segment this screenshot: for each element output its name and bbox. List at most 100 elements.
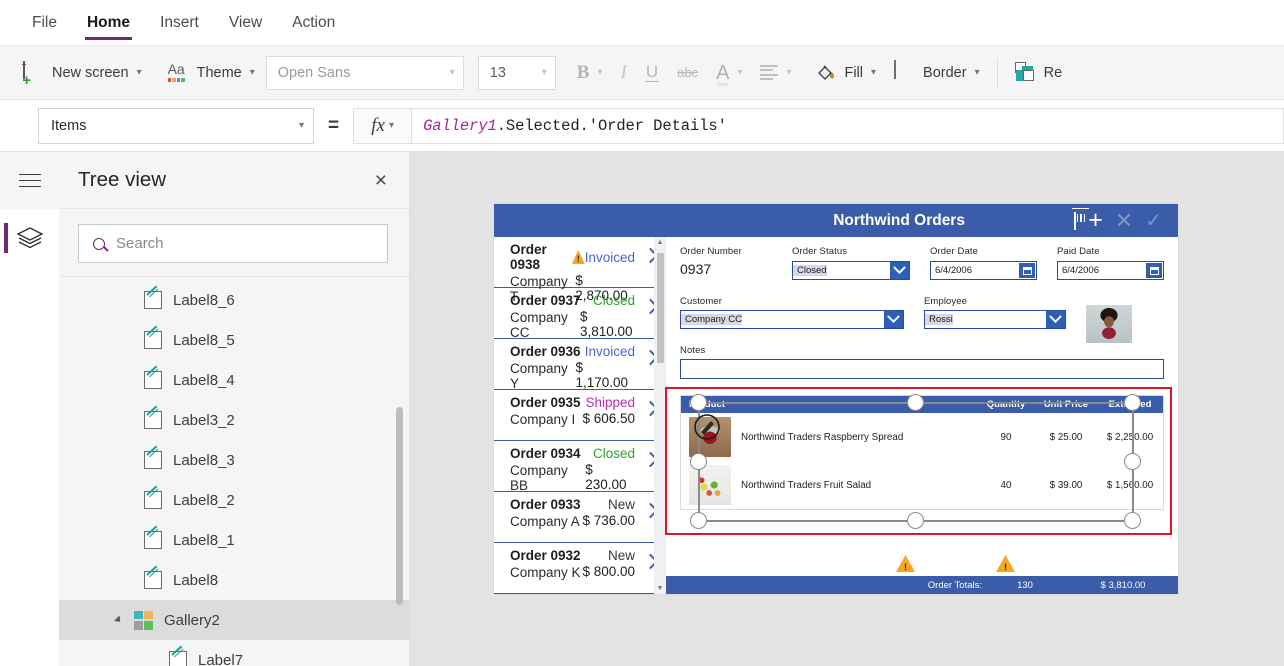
fill-button[interactable]: Fill ▾ bbox=[806, 54, 885, 92]
font-family-value: Open Sans bbox=[277, 64, 351, 81]
resize-handle-middle-right[interactable] bbox=[1124, 453, 1141, 470]
calendar-icon[interactable] bbox=[1019, 263, 1035, 278]
order-details-region: Product Quantity Unit Price Extended Nor… bbox=[665, 387, 1172, 535]
delete-icon[interactable] bbox=[1074, 211, 1086, 230]
chevron-down-icon[interactable] bbox=[1046, 311, 1065, 328]
notes-input[interactable] bbox=[680, 359, 1164, 379]
order-list-item[interactable]: Order 0936 Invoiced Company Y $ 1,170.00 bbox=[494, 339, 666, 391]
formula-input[interactable]: Gallery1 .Selected.'Order Details' bbox=[411, 107, 1284, 144]
ribbon-tab-view[interactable]: View bbox=[227, 0, 264, 46]
scroll-up-icon[interactable]: ▲ bbox=[657, 239, 664, 246]
order-status: Closed bbox=[592, 293, 635, 308]
tree-item-label7[interactable]: Label7 bbox=[59, 640, 409, 666]
bold-button[interactable]: B ▾ bbox=[568, 54, 612, 92]
resize-handle-bottom-right[interactable] bbox=[1124, 512, 1141, 529]
ribbon-tab-action[interactable]: Action bbox=[290, 0, 337, 46]
tree-item-label8-3[interactable]: Label8_3 bbox=[59, 440, 409, 480]
chevron-down-icon[interactable] bbox=[884, 311, 903, 328]
edit-pencil-badge[interactable] bbox=[692, 413, 722, 441]
hamburger-menu-button[interactable] bbox=[0, 152, 59, 209]
calendar-icon[interactable] bbox=[1146, 263, 1162, 278]
search-input[interactable]: Search bbox=[78, 224, 388, 263]
field-order-status: Order Status Closed bbox=[792, 246, 910, 280]
employee-label: Employee bbox=[924, 296, 968, 307]
gallery-icon bbox=[134, 610, 153, 630]
order-list-item[interactable]: Order 0933 New Company A $ 736.00 bbox=[494, 492, 666, 543]
expand-triangle-icon[interactable] bbox=[113, 615, 124, 625]
chevron-down-icon[interactable] bbox=[890, 262, 909, 279]
resize-handle-bottom-left[interactable] bbox=[690, 512, 707, 529]
tree-item-gallery2[interactable]: Gallery2 bbox=[59, 600, 409, 640]
tree-view-scrollbar[interactable] bbox=[396, 407, 403, 605]
resize-handle-top-right[interactable] bbox=[1124, 394, 1141, 411]
font-family-select[interactable]: Open Sans ▾ bbox=[265, 55, 464, 90]
font-size-select[interactable]: 13 ▾ bbox=[477, 55, 556, 90]
tree-item-label: Gallery2 bbox=[164, 611, 220, 629]
fx-button[interactable]: fx ▾ bbox=[353, 107, 412, 144]
label-icon bbox=[144, 331, 162, 349]
form-row-1: Order Number 0937 Order Status Closed Or… bbox=[680, 246, 1164, 288]
order-amount: $ 3,810.00 bbox=[579, 309, 633, 339]
resize-handle-top-left[interactable] bbox=[690, 394, 707, 411]
details-row[interactable]: Northwind Traders Raspberry Spread 90 $ … bbox=[681, 413, 1163, 461]
add-icon[interactable]: + bbox=[1088, 208, 1103, 233]
search-icon bbox=[93, 237, 105, 250]
resize-handle-top-center[interactable] bbox=[907, 394, 924, 411]
gallery-scrollbar[interactable]: ▲ ▼ bbox=[654, 237, 666, 594]
new-screen-button[interactable]: New screen ▾ bbox=[14, 54, 151, 92]
tree-item-label8-5[interactable]: Label8_5 bbox=[59, 320, 409, 360]
scrollbar-thumb[interactable] bbox=[656, 253, 664, 363]
tree-item-label8-1[interactable]: Label8_1 bbox=[59, 520, 409, 560]
order-status: Shipped bbox=[585, 395, 635, 410]
font-color-button[interactable]: A ▾ bbox=[707, 54, 751, 92]
product-quantity: 90 bbox=[1000, 431, 1012, 443]
customer-label: Customer bbox=[680, 296, 722, 307]
order-list-item[interactable]: Order 0937 Closed Company CC $ 3,810.00 bbox=[494, 288, 666, 340]
product-extended: $ 2,250.00 bbox=[1106, 431, 1154, 443]
close-icon[interactable]: × bbox=[375, 170, 387, 191]
label-icon bbox=[144, 411, 162, 429]
align-button[interactable]: ▾ bbox=[751, 54, 800, 92]
tree-view-rail-button[interactable] bbox=[0, 209, 59, 267]
employee-value: Rossi bbox=[925, 314, 953, 325]
ribbon-tab-file[interactable]: File bbox=[30, 0, 59, 46]
tree-item-label: Label8 bbox=[173, 571, 219, 589]
tree-item-label8-4[interactable]: Label8_4 bbox=[59, 360, 409, 400]
tree-item-label8-6[interactable]: Label8_6 bbox=[59, 280, 409, 320]
warning-icon bbox=[572, 250, 585, 264]
order-status-select[interactable]: Closed bbox=[792, 261, 910, 280]
layers-icon bbox=[15, 227, 44, 249]
resize-handle-bottom-center[interactable] bbox=[907, 512, 924, 529]
ribbon-tab-insert[interactable]: Insert bbox=[158, 0, 201, 46]
order-list-item[interactable]: Order 0932 New Company K $ 800.00 bbox=[494, 543, 666, 594]
scroll-down-icon[interactable]: ▼ bbox=[657, 585, 664, 592]
order-list-item[interactable]: Order 0938 Invoiced Company T $ 2,870.00 bbox=[494, 237, 666, 304]
order-date-input[interactable]: 6/4/2006 bbox=[930, 261, 1037, 280]
property-select[interactable]: Items ▾ bbox=[38, 107, 314, 144]
italic-button[interactable]: I bbox=[611, 54, 635, 92]
save-icon[interactable]: ✓ bbox=[1145, 211, 1162, 231]
resize-handle-middle-left[interactable] bbox=[690, 453, 707, 470]
details-row[interactable]: Northwind Traders Fruit Salad 40 $ 39.00… bbox=[681, 461, 1163, 509]
tree-item-label8-2[interactable]: Label8_2 bbox=[59, 480, 409, 520]
order-list-item[interactable]: Order 0934 Closed Company BB $ 230.00 bbox=[494, 441, 666, 493]
order-company: Company CC bbox=[510, 310, 568, 340]
paid-date-input[interactable]: 6/4/2006 bbox=[1057, 261, 1164, 280]
chevron-down-icon: ▾ bbox=[136, 67, 142, 78]
theme-button[interactable]: Aa Theme ▾ bbox=[159, 54, 264, 92]
tree-item-label3-2[interactable]: Label3_2 bbox=[59, 400, 409, 440]
paid-date-label: Paid Date bbox=[1057, 246, 1100, 257]
customer-select[interactable]: Company CC bbox=[680, 310, 904, 329]
employee-select[interactable]: Rossi bbox=[924, 310, 1066, 329]
form-row-2: Customer Company CC Employee Rossi bbox=[680, 296, 1164, 343]
tree-item-label8[interactable]: Label8 bbox=[59, 560, 409, 600]
strikethrough-button[interactable]: abc bbox=[668, 54, 707, 92]
ribbon-tab-home[interactable]: Home bbox=[84, 0, 133, 46]
underline-button[interactable]: U bbox=[636, 54, 668, 92]
reorder-button[interactable]: Re bbox=[1006, 54, 1072, 92]
app-body: Order 0938 Invoiced Company T $ 2,870.00 bbox=[494, 237, 1178, 594]
order-list-item[interactable]: Order 0935 Shipped Company I $ 606.50 bbox=[494, 390, 666, 441]
cancel-icon[interactable]: ✕ bbox=[1115, 209, 1133, 232]
border-button[interactable]: Border ▾ bbox=[885, 54, 989, 92]
hamburger-icon bbox=[18, 173, 41, 188]
